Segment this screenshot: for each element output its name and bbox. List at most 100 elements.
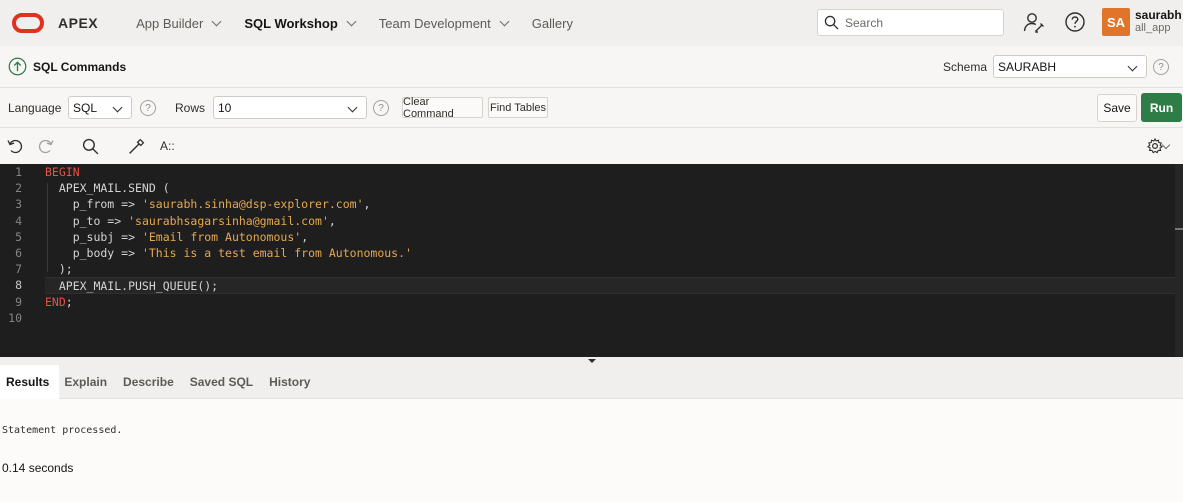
- menu-sql-workshop[interactable]: SQL Workshop: [232, 0, 366, 46]
- menu-label: Gallery: [531, 15, 573, 31]
- rows-select[interactable]: 10: [213, 96, 367, 119]
- schema-select[interactable]: SAURABH: [993, 55, 1147, 78]
- rows-label: Rows: [175, 101, 206, 115]
- sql-string: 'This is a test email from Autonomous.': [141, 245, 412, 260]
- tab-saved-sql[interactable]: Saved SQL: [185, 365, 264, 399]
- apex-logo[interactable]: APEX: [12, 13, 98, 33]
- sql-string: 'saurabh.sinha@dsp-explorer.com': [141, 197, 364, 212]
- line-number: 10: [8, 310, 22, 325]
- schema-value: SAURABH: [998, 59, 1057, 74]
- line-number: 5: [15, 229, 22, 244]
- chevron-down-icon: [211, 16, 222, 26]
- code-line[interactable]: BEGIN: [45, 164, 1175, 180]
- code-token: );: [45, 262, 73, 277]
- autocomplete-wand-icon[interactable]: [128, 138, 145, 155]
- line-number: 4: [15, 213, 22, 228]
- arrow-up-circle-icon[interactable]: [8, 57, 27, 76]
- schema-label: Schema: [943, 60, 988, 74]
- editor-vertical-scrollbar[interactable]: [1175, 164, 1183, 357]
- menu-gallery[interactable]: Gallery: [520, 0, 585, 46]
- line-number: 1: [15, 165, 22, 179]
- sql-keyword: END: [45, 294, 66, 309]
- code-token: ;: [65, 294, 73, 309]
- help-icon[interactable]: [1064, 11, 1086, 33]
- line-number: 3: [15, 197, 22, 212]
- code-line[interactable]: p_to => 'saurabhsagarsinha@gmail.com',: [45, 213, 1175, 229]
- undo-icon[interactable]: [7, 138, 23, 154]
- search-icon: [824, 15, 839, 30]
- results-panel: Statement processed. 0.14 seconds: [0, 400, 1183, 502]
- code-token: p_to =>: [45, 213, 129, 228]
- chevron-down-icon: [347, 102, 358, 113]
- code-token: ,: [301, 229, 309, 244]
- code-token: ,: [328, 213, 336, 228]
- code-line[interactable]: APEX_MAIL.SEND (: [45, 180, 1175, 196]
- language-help-icon[interactable]: ?: [140, 100, 156, 116]
- format-code-icon[interactable]: A::: [160, 139, 175, 153]
- find-tables-button[interactable]: Find Tables: [488, 97, 548, 118]
- menu-label: App Builder: [136, 15, 204, 31]
- tab-history[interactable]: History: [264, 365, 321, 399]
- search-input[interactable]: [845, 15, 995, 30]
- tab-results[interactable]: Results: [0, 365, 60, 399]
- code-token: APEX_MAIL.SEND (: [45, 181, 170, 196]
- code-line[interactable]: END;: [45, 294, 1175, 310]
- code-token: p_body =>: [45, 245, 142, 260]
- code-token: p_subj =>: [45, 229, 142, 244]
- chevron-down-icon: [346, 16, 357, 26]
- code-line[interactable]: p_subj => 'Email from Autonomous',: [45, 229, 1175, 245]
- global-search: [817, 9, 1004, 36]
- settings-gear-icon[interactable]: [1147, 138, 1163, 154]
- collapse-arrow-icon[interactable]: [588, 359, 596, 363]
- code-editor[interactable]: 1 2 3 4 5 6 7 8 9 10 BEGIN APEX_MAIL.SEND ( p_fro…: [0, 164, 1183, 357]
- administration-icon[interactable]: [1023, 11, 1045, 33]
- top-navigation-bar: APEX App Builder SQL Workshop Team Devel…: [0, 0, 1183, 46]
- line-number: 8: [15, 278, 22, 293]
- code-line[interactable]: APEX_MAIL.PUSH_QUEUE();: [45, 277, 1175, 294]
- editor-results-splitter[interactable]: [0, 357, 1183, 365]
- clear-command-button[interactable]: Clear Command: [402, 96, 483, 120]
- code-line[interactable]: p_from => 'saurabh.sinha@dsp-explorer.co…: [45, 196, 1175, 212]
- code-line[interactable]: [45, 310, 1175, 326]
- code-lines[interactable]: BEGIN APEX_MAIL.SEND ( p_from => 'saurab…: [45, 164, 1175, 326]
- line-number: 9: [15, 294, 22, 309]
- elapsed-time: 0.14 seconds: [2, 461, 74, 475]
- page-title: SQL Commands: [33, 59, 127, 74]
- tab-explain[interactable]: Explain: [59, 365, 118, 399]
- workspace-name: all_app: [1135, 22, 1171, 34]
- page-header: SQL Commands Schema SAURABH ?: [0, 46, 1183, 88]
- user-avatar[interactable]: SA: [1102, 8, 1130, 36]
- menu-team-development[interactable]: Team Development: [367, 0, 520, 46]
- results-tabs: Results Explain Describe Saved SQL Histo…: [0, 365, 1183, 399]
- save-button[interactable]: Save: [1097, 94, 1137, 122]
- run-button[interactable]: Run: [1141, 93, 1182, 122]
- redo-icon[interactable]: [38, 138, 54, 154]
- menu-label: SQL Workshop: [244, 15, 338, 31]
- code-token: APEX_MAIL.PUSH_QUEUE();: [45, 279, 219, 294]
- rows-value: 10: [218, 100, 232, 115]
- code-token: ,: [363, 197, 371, 212]
- user-menu[interactable]: saurabh all_app: [1135, 9, 1182, 35]
- rows-help-icon[interactable]: ?: [373, 100, 389, 116]
- scrollbar-marker: [1175, 228, 1183, 230]
- sql-string: 'Email from Autonomous': [141, 229, 302, 244]
- language-select[interactable]: SQL: [68, 96, 132, 119]
- find-icon[interactable]: [82, 138, 99, 155]
- chevron-down-icon[interactable]: [1161, 140, 1171, 150]
- code-line[interactable]: p_body => 'This is a test email from Aut…: [45, 245, 1175, 261]
- line-number: 7: [15, 262, 22, 277]
- command-toolbar: Language SQL ? Rows 10 ? Clear Command F…: [0, 88, 1183, 128]
- schema-help-icon[interactable]: ?: [1153, 59, 1169, 75]
- result-message: Statement processed.: [2, 425, 123, 436]
- sql-keyword: BEGIN: [45, 165, 80, 179]
- code-line[interactable]: );: [45, 261, 1175, 277]
- chevron-down-icon: [112, 102, 123, 113]
- oracle-logo-icon: [12, 13, 44, 33]
- chevron-down-icon: [1127, 61, 1138, 72]
- menu-app-builder[interactable]: App Builder: [124, 0, 232, 46]
- line-number-gutter: 1 2 3 4 5 6 7 8 9 10: [0, 164, 32, 357]
- tab-describe[interactable]: Describe: [118, 365, 185, 399]
- brand-name: APEX: [58, 15, 99, 31]
- language-value: SQL: [73, 100, 98, 115]
- user-name: saurabh: [1135, 8, 1182, 22]
